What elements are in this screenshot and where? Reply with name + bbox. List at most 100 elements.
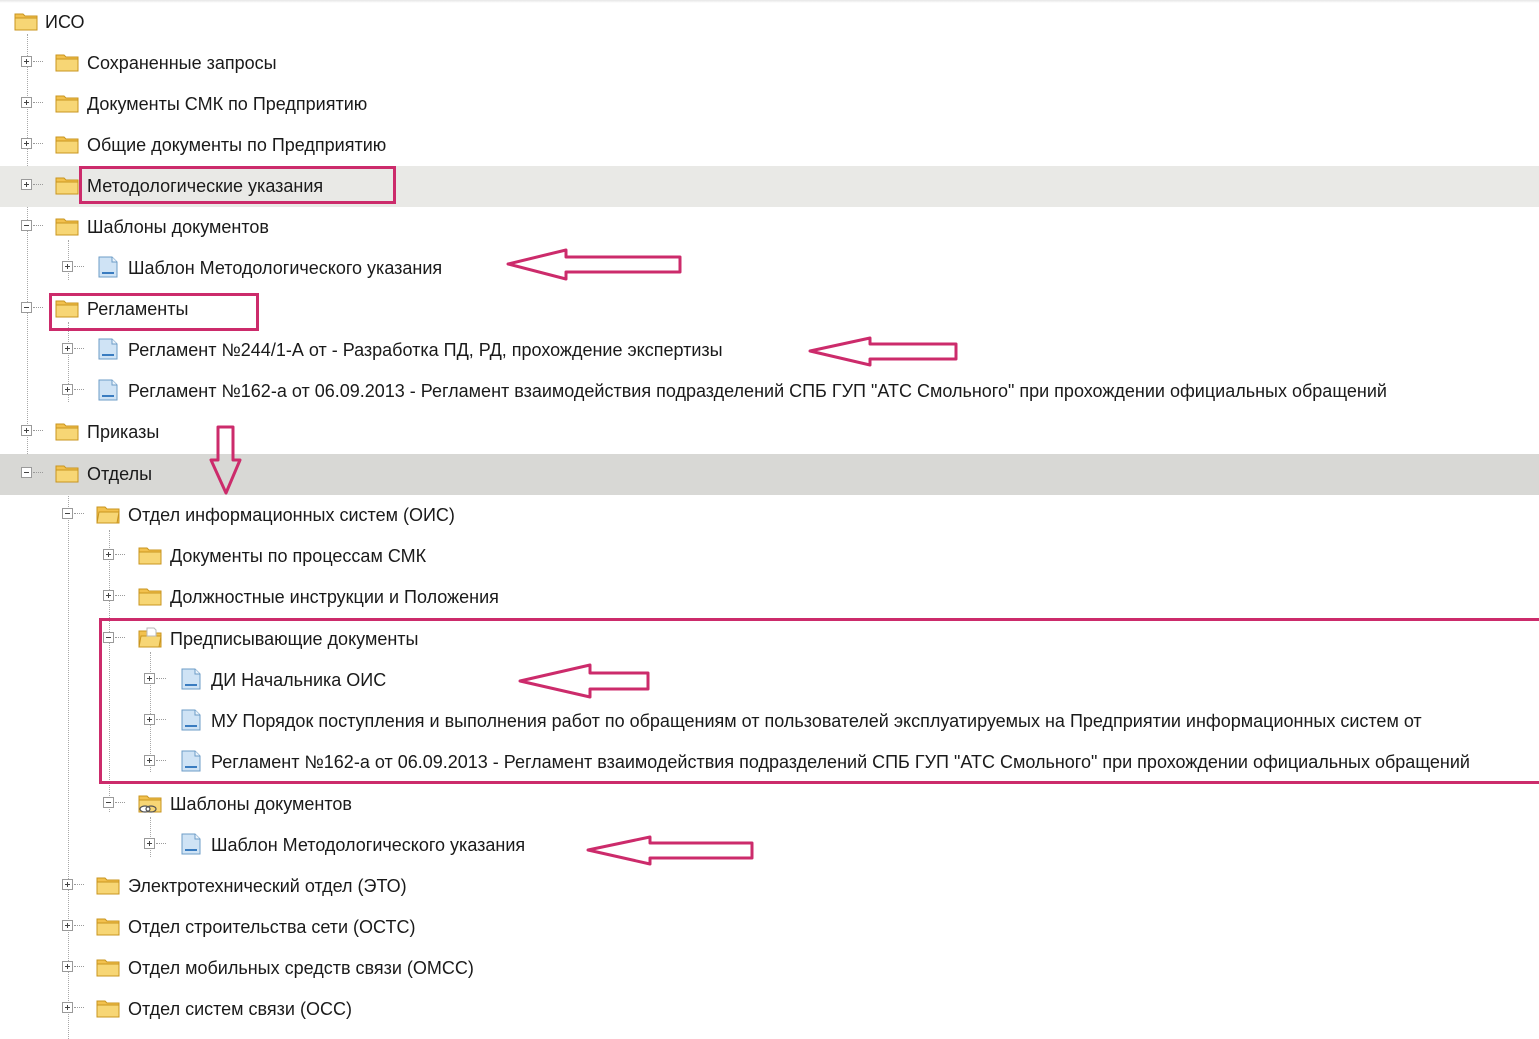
tree-node-iso[interactable]: ИСО: [0, 2, 1539, 43]
tree-connector: [74, 348, 84, 349]
folder-icon: [55, 465, 79, 483]
tree-node-label: Регламент №162-а от 06.09.2013 - Регламе…: [128, 381, 1387, 401]
expand-icon[interactable]: [103, 590, 114, 601]
expand-icon[interactable]: [144, 838, 155, 849]
tree-node-label: Документы СМК по Предприятию: [87, 94, 368, 114]
expand-icon[interactable]: [62, 1002, 73, 1013]
folder-shared-icon: [138, 795, 162, 813]
tree-connector: [33, 143, 43, 144]
tree-connector: [74, 925, 84, 926]
document-icon: [98, 256, 118, 278]
tree-node-doc-templates[interactable]: Шаблоны документов: [0, 207, 1539, 248]
expand-icon[interactable]: [62, 879, 73, 890]
tree-connector: [74, 266, 84, 267]
folder-icon: [96, 1000, 120, 1018]
expand-icon[interactable]: [62, 920, 73, 931]
tree-connector: [33, 225, 43, 226]
tree-connector: [74, 1007, 84, 1008]
tree-connector: [115, 595, 125, 596]
annotation-highlight-regulations: [49, 293, 259, 331]
collapse-icon[interactable]: [62, 508, 73, 519]
folder-icon: [96, 877, 120, 895]
tree-node-label: ИСО: [45, 12, 85, 32]
tree-node-label: Отдел мобильных средств связи (ОМСС): [128, 958, 474, 978]
folder-icon: [14, 13, 38, 31]
annotation-highlight-methodical: [79, 166, 396, 204]
expand-icon[interactable]: [21, 97, 32, 108]
expand-icon[interactable]: [21, 425, 32, 436]
tree-node-job-instructions[interactable]: Должностные инструкции и Положения: [0, 577, 1539, 618]
expand-icon[interactable]: [21, 56, 32, 67]
tree-node-ois[interactable]: Отдел информационных систем (ОИС): [0, 495, 1539, 536]
tree-node-doc-templates-ois[interactable]: Шаблоны документов: [0, 784, 1539, 825]
tree-node-electrotech-dept[interactable]: Электротехнический отдел (ЭТО): [0, 866, 1539, 907]
document-icon: [98, 379, 118, 401]
tree-node-network-construction-dept[interactable]: Отдел строительства сети (ОСТС): [0, 907, 1539, 948]
annotation-highlight-prescriptive: [99, 618, 1539, 784]
tree-node-label: Электротехнический отдел (ЭТО): [128, 876, 407, 896]
expand-icon[interactable]: [62, 961, 73, 972]
collapse-icon[interactable]: [21, 302, 32, 313]
folder-icon: [55, 95, 79, 113]
tree-node-saved-queries[interactable]: Сохраненные запросы: [0, 43, 1539, 84]
folder-icon: [55, 423, 79, 441]
document-icon: [181, 833, 201, 855]
expand-icon[interactable]: [21, 138, 32, 149]
tree-node-template-methodical-ois[interactable]: Шаблон Методологического указания: [0, 825, 1539, 866]
tree-node-orders[interactable]: Приказы: [0, 412, 1539, 453]
tree-node-label: Документы по процессам СМК: [170, 546, 427, 566]
collapse-icon[interactable]: [21, 220, 32, 231]
folder-icon: [96, 959, 120, 977]
expand-icon[interactable]: [62, 261, 73, 272]
collapse-icon[interactable]: [21, 467, 32, 478]
expand-icon[interactable]: [62, 384, 73, 395]
tree-connector: [156, 843, 166, 844]
expand-icon[interactable]: [103, 549, 114, 560]
tree-node-label: Шаблоны документов: [170, 794, 352, 814]
tree-node-label: Шаблоны документов: [87, 217, 269, 237]
tree-node-label: Должностные инструкции и Положения: [170, 587, 499, 607]
tree-node-label: Общие документы по Предприятию: [87, 135, 387, 155]
tree-node-departments[interactable]: Отделы: [0, 454, 1539, 495]
folder-icon: [55, 54, 79, 72]
tree-node-label: Отдел информационных систем (ОИС): [128, 505, 455, 525]
expand-icon[interactable]: [62, 343, 73, 354]
folder-icon: [55, 177, 79, 195]
tree-connector: [74, 884, 84, 885]
tree-connector: [115, 802, 125, 803]
tree-connector: [33, 61, 43, 62]
tree-node-label: Приказы: [87, 422, 160, 442]
collapse-icon[interactable]: [103, 797, 114, 808]
tree-connector: [33, 184, 43, 185]
tree-node-smk-process-docs[interactable]: Документы по процессам СМК: [0, 536, 1539, 577]
folder-open-icon: [96, 506, 120, 524]
tree-node-label: Отдел систем связи (ОСС): [128, 999, 352, 1019]
tree-connector: [33, 430, 43, 431]
tree-node-template-methodical[interactable]: Шаблон Методологического указания: [0, 248, 1539, 289]
document-tree: ИСО Сохраненные запросы Документы СМК по…: [0, 0, 1539, 1039]
tree-connector: [74, 513, 84, 514]
tree-node-mobile-comm-dept[interactable]: Отдел мобильных средств связи (ОМСС): [0, 948, 1539, 989]
tree-node-comm-systems-dept[interactable]: Отдел систем связи (ОСС): [0, 989, 1539, 1030]
tree-node-regulation-244[interactable]: Регламент №244/1-А от - Разработка ПД, Р…: [0, 330, 1539, 371]
tree-node-label: Сохраненные запросы: [87, 53, 277, 73]
tree-connector: [33, 307, 43, 308]
tree-node-label: Шаблон Методологического указания: [128, 258, 443, 278]
tree-node-label: Отдел строительства сети (ОСТС): [128, 917, 416, 937]
tree-node-regulation-162[interactable]: Регламент №162-а от 06.09.2013 - Регламе…: [0, 371, 1539, 412]
folder-icon: [138, 588, 162, 606]
folder-icon: [138, 547, 162, 565]
tree-connector: [74, 966, 84, 967]
tree-node-general-docs[interactable]: Общие документы по Предприятию: [0, 125, 1539, 166]
expand-icon[interactable]: [21, 179, 32, 190]
tree-connector: [33, 102, 43, 103]
tree-connector: [115, 554, 125, 555]
tree-node-label: Отделы: [87, 464, 153, 484]
folder-icon: [55, 136, 79, 154]
tree-node-label: Регламент №244/1-А от - Разработка ПД, Р…: [128, 340, 723, 360]
tree-node-smk-docs[interactable]: Документы СМК по Предприятию: [0, 84, 1539, 125]
tree-node-label: Шаблон Методологического указания: [211, 835, 526, 855]
tree-connector: [33, 472, 43, 473]
tree-connector: [74, 389, 84, 390]
folder-icon: [55, 218, 79, 236]
